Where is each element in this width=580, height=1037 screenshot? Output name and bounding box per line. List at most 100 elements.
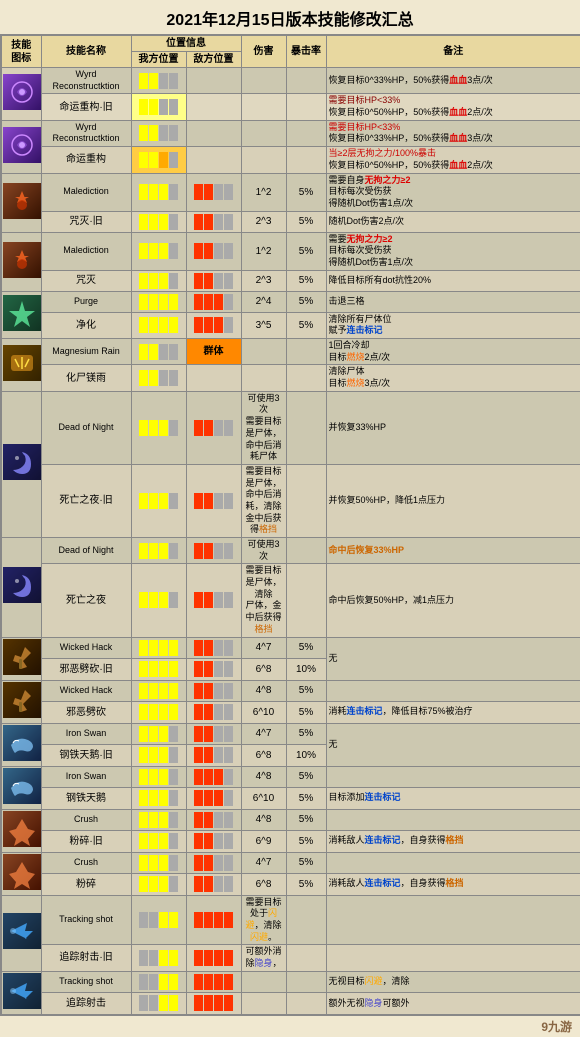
skill-damage: [241, 94, 286, 120]
skill-icon: [1, 637, 41, 680]
skill-damage: 2^3: [241, 211, 286, 232]
skill-crit: [286, 945, 326, 971]
header-crit: 暴击率: [286, 35, 326, 68]
skill-damage: 6^10: [241, 702, 286, 724]
skill-icon: [1, 232, 41, 291]
enemy-pos: [186, 766, 241, 788]
skill-crit: [286, 993, 326, 1015]
skill-crit: 5%: [286, 788, 326, 810]
my-pos: [131, 788, 186, 810]
skill-crit: 5%: [286, 723, 326, 745]
header-my-pos: 我方位置: [131, 52, 186, 68]
skill-note: 并恢复33%HP: [326, 391, 580, 464]
my-pos: [131, 538, 186, 564]
table-row: 邪恶劈砍 6^10 5% 消耗连击标记，降低目标75%被治疗: [1, 702, 580, 724]
skill-crit: 5%: [286, 312, 326, 338]
my-pos: [131, 291, 186, 312]
enemy-pos: [186, 120, 241, 146]
my-pos: [131, 659, 186, 681]
my-pos: [131, 809, 186, 831]
page-title: 2021年12月15日版本技能修改汇总: [0, 0, 580, 34]
skill-crit: [286, 895, 326, 945]
header-row-1: 技能图标 技能名称 位置信息 伤害 暴击率 备注: [1, 35, 580, 52]
skill-icon: [1, 173, 41, 232]
skill-name-cn: 粉碎: [41, 874, 131, 896]
my-pos: [131, 464, 186, 537]
skill-crit: [286, 391, 326, 464]
skill-crit: 5%: [286, 291, 326, 312]
skill-crit: 5%: [286, 637, 326, 659]
skill-damage: 2^3: [241, 270, 286, 291]
skill-crit: 10%: [286, 745, 326, 767]
skill-note: 命中后恢复33%HP: [326, 538, 580, 564]
table-row: Wyrd Reconstructktion 需要目标HP<33%恢复目标0^33…: [1, 120, 580, 146]
skill-crit: 5%: [286, 766, 326, 788]
enemy-pos: [186, 391, 241, 464]
skill-icon: [1, 809, 41, 852]
enemy-pos: [186, 680, 241, 702]
skill-name-en: Tracking shot: [41, 895, 131, 945]
my-pos: [131, 564, 186, 637]
my-pos: [131, 68, 186, 94]
my-pos: [131, 831, 186, 853]
skill-icon: [1, 538, 41, 638]
my-pos: [131, 312, 186, 338]
skill-note: 1回合冷却目标燃烧2点/次: [326, 339, 580, 365]
skill-name-cn: 死亡之夜: [41, 564, 131, 637]
table-row: Magnesium Rain 群体 1回合冷却目标燃烧2点/次: [1, 339, 580, 365]
skill-note: 并恢复50%HP，降低1点压力: [326, 464, 580, 537]
enemy-pos: [186, 173, 241, 211]
skill-crit: 5%: [286, 211, 326, 232]
skill-crit: 5%: [286, 680, 326, 702]
skill-name-cn: 粉碎·旧: [41, 831, 131, 853]
skill-name-en: Dead of Night: [41, 538, 131, 564]
skill-damage: [241, 120, 286, 146]
table-row: 粉碎·旧 6^9 5% 消耗敌人连击标记，自身获得格挡: [1, 831, 580, 853]
skill-crit: 5%: [286, 809, 326, 831]
enemy-pos: [186, 291, 241, 312]
skill-crit: [286, 971, 326, 992]
header-damage: 伤害: [241, 35, 286, 68]
skill-note: [326, 680, 580, 702]
skill-name-en: Wyrd Reconstructktion: [41, 120, 131, 146]
skill-icon: [1, 120, 41, 173]
skill-damage: [241, 971, 286, 992]
table-row: 命运重构·旧 需要目标HP<33%恢复目标0^50%HP，50%获得血血2点/次: [1, 94, 580, 120]
skill-icon: [1, 680, 41, 723]
skill-crit: [286, 464, 326, 537]
skill-name-cn: 邪恶劈砍: [41, 702, 131, 724]
enemy-pos: [186, 312, 241, 338]
my-pos: [131, 945, 186, 971]
skill-note: 无: [326, 637, 580, 680]
skill-name-en: Magnesium Rain: [41, 339, 131, 365]
table-row: 命运重构 当≥2层无拘之力/100%暴击恢复目标0^50%HP，50%获得血血2…: [1, 147, 580, 173]
table-row: Tracking shot 需要目标处于闪避，清除闪避。: [1, 895, 580, 945]
skill-crit: 5%: [286, 702, 326, 724]
enemy-pos: [186, 270, 241, 291]
my-pos: [131, 702, 186, 724]
skill-note: 清除尸体目标燃烧3点/次: [326, 365, 580, 391]
skill-note: 当≥2层无拘之力/100%暴击恢复目标0^50%HP，50%获得血血2点/次: [326, 147, 580, 173]
my-pos: [131, 339, 186, 365]
table-row: Malediction 1^2 5% 需要自身无拘之力≥2目: [1, 173, 580, 211]
skill-name-cn: 钢铁天鹅: [41, 788, 131, 810]
header-note: 备注: [326, 35, 580, 68]
skill-name-en: Malediction: [41, 173, 131, 211]
enemy-pos: [186, 538, 241, 564]
skill-name-cn: 追踪射击·旧: [41, 945, 131, 971]
my-pos: [131, 270, 186, 291]
skill-note: 消耗连击标记，降低目标75%被治疗: [326, 702, 580, 724]
skill-crit: [286, 94, 326, 120]
skill-damage: 4^8: [241, 680, 286, 702]
skill-note: 需要目标HP<33%恢复目标0^50%HP，50%获得血血2点/次: [326, 94, 580, 120]
my-pos: [131, 993, 186, 1015]
my-pos: [131, 745, 186, 767]
my-pos: [131, 766, 186, 788]
skill-crit: 5%: [286, 831, 326, 853]
table-row: 粉碎 6^8 5% 消耗敌人连击标记，自身获得格挡: [1, 874, 580, 896]
skill-name-en: Crush: [41, 852, 131, 874]
skill-damage: 可额外消除隐身，: [241, 945, 286, 971]
skill-damage: 需要目标是尸体，命中后消耗，清除金中后获得格挡: [241, 464, 286, 537]
skill-icon: [1, 391, 41, 537]
skill-note: 需要自身无拘之力≥2目标每次受伤获得随机Dot伤害1点/次: [326, 173, 580, 211]
